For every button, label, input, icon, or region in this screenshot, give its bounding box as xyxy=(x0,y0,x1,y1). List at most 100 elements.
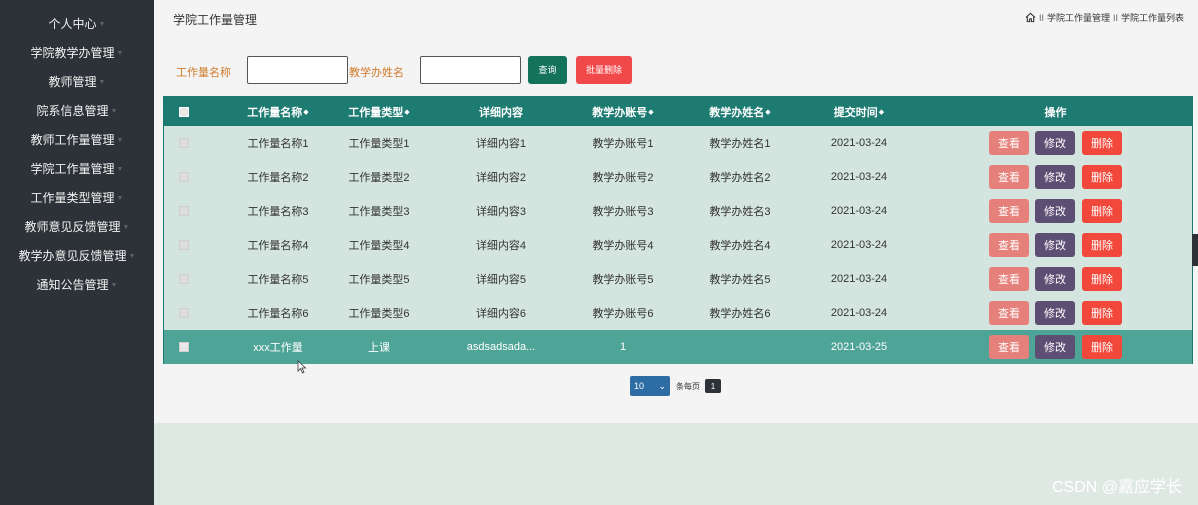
home-icon[interactable] xyxy=(1025,12,1036,23)
chevron-down-icon: ▼ xyxy=(98,79,106,87)
row-checkbox[interactable] xyxy=(179,240,189,250)
sort-icon[interactable]: ◆ xyxy=(303,108,308,116)
sidebar-item-teacher-feedback[interactable]: 教师意见反馈管理 ▼ xyxy=(0,213,154,242)
row-select-cell xyxy=(174,262,194,296)
column-header-label: 教学办账号 xyxy=(592,106,648,119)
sort-icon[interactable]: ◆ xyxy=(879,108,884,116)
cell-office-person: 教学办姓名4 xyxy=(709,240,771,252)
per-page-label: 条每页 xyxy=(676,381,700,391)
sort-icon[interactable]: ◆ xyxy=(404,108,409,116)
cell-detail: 详细内容5 xyxy=(475,274,527,286)
delete-button[interactable]: 删除 xyxy=(1082,301,1122,325)
column-header-submit-time[interactable]: 提交时间 ◆ xyxy=(804,97,914,126)
scroll-handle[interactable] xyxy=(1192,234,1198,266)
sidebar-item-college-teaching-office[interactable]: 学院教学办管理 ▼ xyxy=(0,39,154,68)
sidebar-item-personal-center[interactable]: 个人中心 ▼ xyxy=(0,10,154,39)
delete-button[interactable]: 删除 xyxy=(1082,233,1122,257)
sidebar-item-label: 教师管理 xyxy=(48,75,97,89)
sidebar-item-label: 学院教学办管理 xyxy=(30,46,115,60)
edit-button[interactable]: 修改 xyxy=(1035,165,1075,189)
cell-submit-time: 2021-03-24 xyxy=(830,171,888,183)
column-header-workload-name[interactable]: 工作量名称 ◆ xyxy=(216,97,340,126)
chevron-down-icon: ▼ xyxy=(116,195,124,203)
edit-button[interactable]: 修改 xyxy=(1035,131,1075,155)
sidebar-item-college-workload[interactable]: 学院工作量管理 ▼ xyxy=(0,155,154,184)
sidebar-item-notices[interactable]: 通知公告管理 ▼ xyxy=(0,271,154,300)
row-select-cell xyxy=(174,160,194,194)
sidebar-item-teachers[interactable]: 教师管理 ▼ xyxy=(0,68,154,97)
row-checkbox[interactable] xyxy=(179,172,189,182)
view-button[interactable]: 查看 xyxy=(989,267,1029,291)
row-checkbox[interactable] xyxy=(179,138,189,148)
edit-button[interactable]: 修改 xyxy=(1035,301,1075,325)
view-button[interactable]: 查看 xyxy=(989,199,1029,223)
edit-button[interactable]: 修改 xyxy=(1035,335,1075,359)
sidebar-item-label: 教师工作量管理 xyxy=(30,133,115,147)
cell-detail: 详细内容6 xyxy=(475,308,527,320)
table-row: 工作量名称4 工作量类型4 详细内容4 教学办账号4 教学办姓名4 2021-03-24 查… xyxy=(164,228,1192,262)
edit-button[interactable]: 修改 xyxy=(1035,233,1075,257)
cell-office-person: 教学办姓名1 xyxy=(709,138,771,150)
sidebar-item-office-feedback[interactable]: 教学办意见反馈管理 ▼ xyxy=(0,242,154,271)
sidebar-item-workload-types[interactable]: 工作量类型管理 ▼ xyxy=(0,184,154,213)
cell-workload-name: 工作量名称6 xyxy=(247,308,309,320)
breadcrumb-item[interactable]: 学院工作量列表 xyxy=(1121,11,1184,24)
office-person-name-input[interactable] xyxy=(420,56,521,84)
batch-delete-button[interactable]: 批量删除 xyxy=(576,56,632,84)
workload-name-input[interactable] xyxy=(247,56,348,84)
cell-workload-name: 工作量名称3 xyxy=(247,206,309,218)
column-header-workload-type[interactable]: 工作量类型 ◆ xyxy=(324,97,434,126)
row-checkbox[interactable] xyxy=(179,342,189,352)
edit-button[interactable]: 修改 xyxy=(1035,199,1075,223)
view-button[interactable]: 查看 xyxy=(989,131,1029,155)
cell-submit-time: 2021-03-24 xyxy=(830,239,888,251)
cell-submit-time: 2021-03-24 xyxy=(830,307,888,319)
cell-detail: 详细内容3 xyxy=(475,206,527,218)
column-header-office-person[interactable]: 教学办姓名 ◆ xyxy=(685,97,795,126)
sidebar-item-label: 教学办意见反馈管理 xyxy=(18,249,127,263)
cell-submit-time: 2021-03-25 xyxy=(830,341,888,353)
workload-table: 工作量名称 ◆ 工作量类型 ◆ 详细内容 教学办账号 ◆ 教学办姓名 ◆ 提交时间 ◆ 操… xyxy=(163,96,1193,364)
cell-detail: 详细内容4 xyxy=(475,240,527,252)
sort-icon[interactable]: ◆ xyxy=(648,108,653,116)
edit-button[interactable]: 修改 xyxy=(1035,267,1075,291)
chevron-down-icon: ▼ xyxy=(116,137,124,145)
view-button[interactable]: 查看 xyxy=(989,233,1029,257)
select-all-checkbox[interactable] xyxy=(179,106,189,117)
cell-office-account: 教学办账号6 xyxy=(592,308,654,320)
table-row: xxx工作量 上课 asdsadsada... 1 2021-03-25 查看 修改 删除 xyxy=(164,330,1192,364)
delete-button[interactable]: 删除 xyxy=(1082,267,1122,291)
cell-workload-name: 工作量名称2 xyxy=(247,172,309,184)
watermark: CSDN @嘉应学长 xyxy=(1051,479,1182,496)
column-header-label: 工作量名称 xyxy=(247,106,303,119)
breadcrumb-item[interactable]: 学院工作量管理 xyxy=(1047,11,1110,24)
delete-button[interactable]: 删除 xyxy=(1082,131,1122,155)
view-button[interactable]: 查看 xyxy=(989,165,1029,189)
sort-icon[interactable]: ◆ xyxy=(765,108,770,116)
delete-button[interactable]: 删除 xyxy=(1082,335,1122,359)
delete-button[interactable]: 删除 xyxy=(1082,199,1122,223)
view-button[interactable]: 查看 xyxy=(989,301,1029,325)
row-checkbox[interactable] xyxy=(179,206,189,216)
select-all-cell xyxy=(174,97,194,126)
row-checkbox[interactable] xyxy=(179,308,189,318)
table-row: 工作量名称1 工作量类型1 详细内容1 教学办账号1 教学办姓名1 2021-03-24 查… xyxy=(164,126,1192,160)
cell-office-account: 教学办账号1 xyxy=(592,138,654,150)
cell-workload-type: 工作量类型3 xyxy=(348,206,410,218)
sidebar-item-teacher-workload[interactable]: 教师工作量管理 ▼ xyxy=(0,126,154,155)
cell-submit-time: 2021-03-24 xyxy=(830,205,888,217)
page-size-select[interactable]: 10 ⌄ xyxy=(630,376,670,396)
search-button[interactable]: 查询 xyxy=(528,56,567,84)
sidebar-item-departments[interactable]: 院系信息管理 ▼ xyxy=(0,97,154,126)
column-header-detail: 详细内容 xyxy=(446,97,556,126)
row-select-cell xyxy=(174,330,194,364)
row-select-cell xyxy=(174,194,194,228)
page-button-current[interactable]: 1 xyxy=(705,379,721,393)
view-button[interactable]: 查看 xyxy=(989,335,1029,359)
row-checkbox[interactable] xyxy=(179,274,189,284)
delete-button[interactable]: 删除 xyxy=(1082,165,1122,189)
column-header-office-account[interactable]: 教学办账号 ◆ xyxy=(568,97,678,126)
workload-name-label: 工作量名称 xyxy=(176,67,231,79)
breadcrumb-separator: II xyxy=(1112,12,1118,23)
cell-workload-type: 上课 xyxy=(368,342,390,354)
